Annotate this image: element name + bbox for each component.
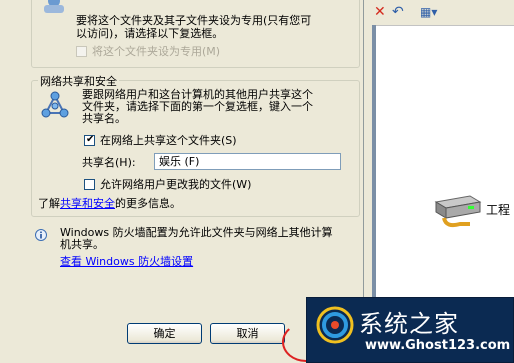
network-share-icon — [41, 91, 69, 119]
undo-icon[interactable]: ↶ — [392, 4, 404, 20]
network-desc-line3: 共享名。 — [82, 112, 126, 125]
firewall-settings-link[interactable]: 查看 Windows 防火墙设置 — [60, 256, 193, 268]
share-name-label: 共享名(H): — [82, 156, 136, 169]
local-sharing-group: 要将这个文件夹及其子文件夹设为专用(只有您可 以访问)，请选择以下复选框。 将这… — [31, 0, 360, 68]
network-sharing-group: 网络共享和安全 要跟网络用户和这台计算机的其他用户共享这个 文件夹，请选择下面的… — [31, 73, 360, 217]
allow-change-label: 允许网络用户更改我的文件(W) — [100, 178, 252, 191]
watermark-logo: 系统之家 www.Ghost123.com — [306, 297, 514, 363]
checkmark-icon: ✔ — [86, 134, 95, 145]
dialog-left-edge — [0, 0, 27, 363]
delete-icon[interactable]: ✕ — [374, 4, 386, 20]
share-folder-label: 在网络上共享这个文件夹(S) — [100, 134, 237, 147]
share-folder-checkbox[interactable]: ✔ — [84, 134, 95, 146]
make-private-checkbox[interactable] — [76, 46, 87, 57]
make-private-label: 将这个文件夹设为专用(M) — [92, 45, 221, 58]
allow-change-checkbox[interactable] — [84, 179, 95, 190]
sharing-tab-panel: 要将这个文件夹及其子文件夹设为专用(只有您可 以访问)，请选择以下复选框。 将这… — [27, 0, 364, 315]
watermark-title: 系统之家 — [359, 310, 459, 338]
cancel-button[interactable]: 取消 — [210, 323, 285, 344]
folder-user-icon — [40, 0, 68, 23]
network-sharing-title: 网络共享和安全 — [38, 73, 119, 89]
share-name-input[interactable]: 娱乐 (F) — [154, 153, 341, 170]
drive-label[interactable]: 工程 — [486, 201, 510, 218]
views-icon[interactable]: ▦▾ — [420, 4, 437, 20]
drive-icon[interactable] — [430, 188, 484, 228]
info-icon — [35, 229, 47, 241]
explorer-toolbar: ✕ ↶ ▦▾ — [372, 0, 514, 26]
sharing-security-link[interactable]: 共享和安全 — [60, 197, 115, 210]
learn-more-suffix: 的更多信息。 — [115, 197, 181, 210]
local-desc-line1: 要将这个文件夹及其子文件夹设为专用(只有您可 — [76, 14, 312, 27]
logo-icon — [315, 305, 355, 345]
learn-more-prefix: 了解 — [38, 197, 60, 210]
local-desc-line2: 以访问)，请选择以下复选框。 — [76, 27, 224, 40]
ok-button[interactable]: 确定 — [127, 323, 202, 344]
learn-more-text: 了解共享和安全的更多信息。 — [38, 198, 181, 210]
firewall-line2: 机共享。 — [60, 238, 104, 251]
watermark-url: www.Ghost123.com — [365, 338, 511, 353]
